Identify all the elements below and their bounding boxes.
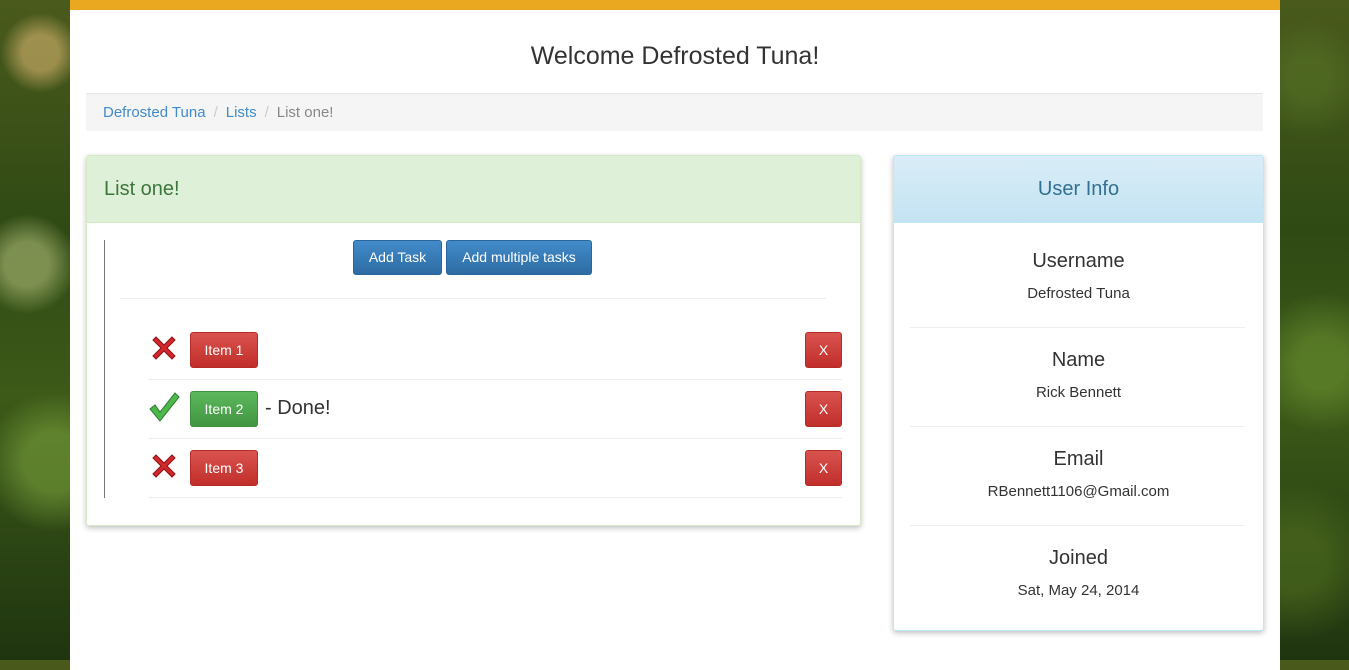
item-divider	[148, 379, 842, 380]
add-task-button[interactable]: Add Task	[353, 240, 442, 275]
item-button[interactable]: Item 1	[190, 332, 258, 368]
breadcrumb-link-user[interactable]: Defrosted Tuna	[103, 104, 206, 121]
divider	[910, 525, 1245, 526]
breadcrumb-separator: /	[264, 104, 269, 121]
field-value: RBennett1106@Gmail.com	[987, 483, 1170, 500]
cross-icon	[152, 454, 176, 478]
list-title: List one!	[87, 156, 860, 223]
checkmark-icon	[149, 392, 180, 422]
name-field: Name Rick Bennett	[894, 349, 1263, 401]
done-status-text: - Done!	[265, 397, 331, 419]
breadcrumb: Defrosted Tuna / Lists / List one!	[86, 93, 1263, 131]
item-button[interactable]: Item 2	[190, 391, 258, 427]
item-divider	[148, 438, 842, 439]
user-info-title: User Info	[894, 156, 1263, 223]
user-info-panel: User Info Username Defrosted Tuna Name R…	[893, 155, 1264, 631]
delete-item-button[interactable]: X	[805, 391, 842, 427]
field-label: Username	[1032, 250, 1125, 272]
divider	[910, 426, 1245, 427]
breadcrumb-current: List one!	[276, 104, 334, 121]
item-divider	[148, 497, 842, 498]
field-value: Defrosted Tuna	[1027, 285, 1130, 302]
field-value: Rick Bennett	[1035, 384, 1122, 401]
field-value: Sat, May 24, 2014	[1017, 582, 1140, 599]
list-panel: List one! Add Task Add multiple tasks It…	[86, 155, 861, 526]
cross-icon	[152, 336, 176, 360]
field-label: Email	[1053, 448, 1104, 470]
email-field: Email RBennett1106@Gmail.com	[894, 448, 1263, 500]
joined-field: Joined Sat, May 24, 2014	[894, 547, 1263, 599]
breadcrumb-separator: /	[213, 104, 218, 121]
page-container: Welcome Defrosted Tuna! Defrosted Tuna / L…	[70, 0, 1280, 670]
page-title: Welcome Defrosted Tuna!	[530, 42, 820, 70]
item-button[interactable]: Item 3	[190, 450, 258, 486]
field-label: Joined	[1049, 547, 1108, 569]
divider	[120, 298, 826, 299]
field-label: Name	[1051, 349, 1106, 371]
add-multiple-tasks-button[interactable]: Add multiple tasks	[446, 240, 592, 275]
list-divider-line	[104, 240, 105, 498]
divider	[910, 327, 1245, 328]
breadcrumb-link-lists[interactable]: Lists	[226, 104, 257, 121]
delete-item-button[interactable]: X	[805, 332, 842, 368]
username-field: Username Defrosted Tuna	[894, 250, 1263, 302]
delete-item-button[interactable]: X	[805, 450, 842, 486]
